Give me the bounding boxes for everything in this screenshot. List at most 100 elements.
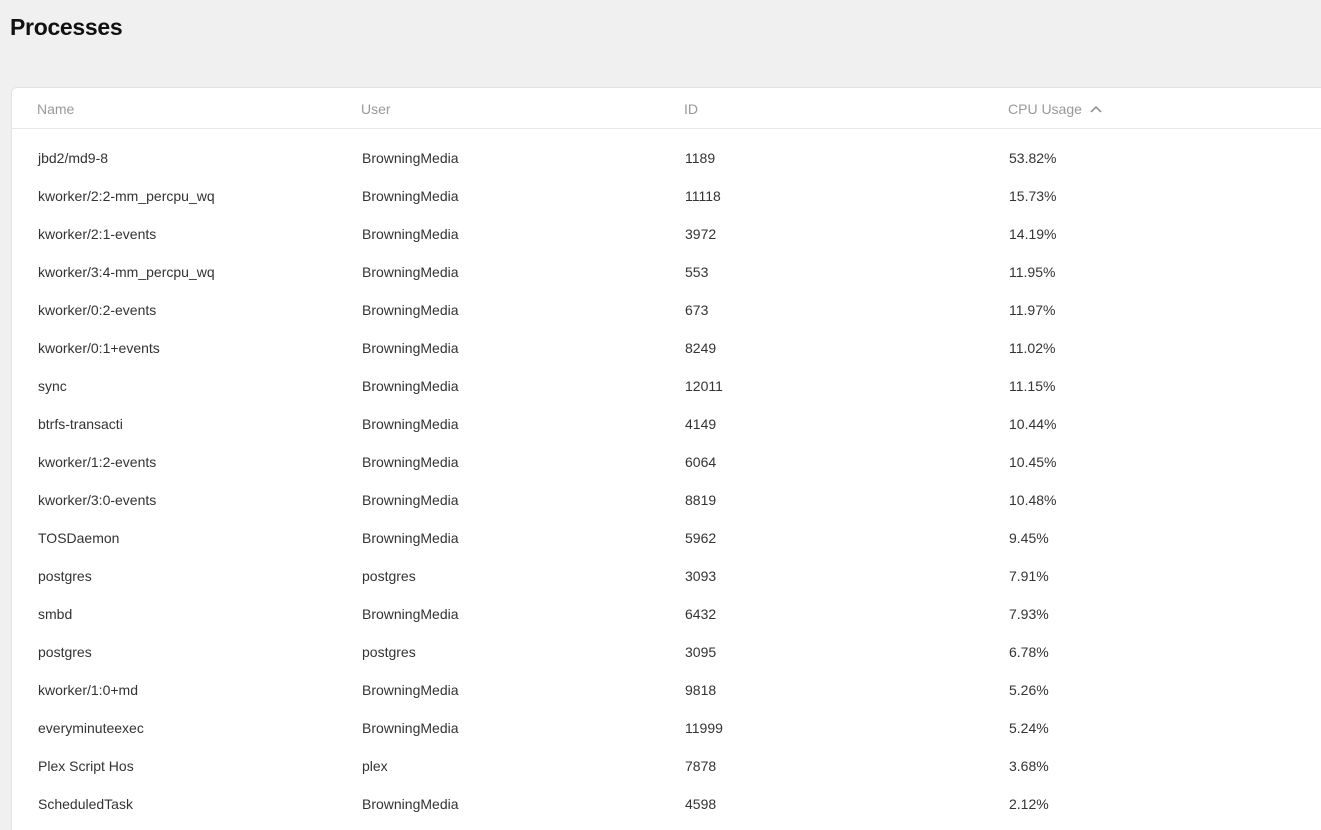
cell-user: BrowningMedia [362,530,459,546]
cell-user: BrowningMedia [362,264,459,280]
cell-name: ScheduledTask [38,796,133,812]
cell-user: BrowningMedia [362,796,459,812]
table-row[interactable]: kworker/3:4-mm_percpu_wq BrowningMedia 553… [12,253,1321,291]
table-row[interactable]: smbd BrowningMedia 6432 7.93% [12,595,1321,633]
cell-cpu-usage: 10.44% [1009,416,1057,432]
cell-user: BrowningMedia [362,226,459,242]
cell-name: kworker/1:0+md [38,682,138,698]
process-table: Name User ID CPU Usage jbd2/md9-8 Brownin… [11,87,1321,830]
cell-cpu-usage: 6.78% [1009,644,1049,660]
cell-name: TOSDaemon [38,530,120,546]
column-header-label: CPU Usage [1008,101,1082,117]
table-row[interactable]: ScheduledTask BrowningMedia 4598 2.12% [12,785,1321,823]
cell-id: 8819 [685,492,717,508]
table-header: Name User ID CPU Usage [12,88,1321,129]
table-row[interactable]: kworker/1:0+md BrowningMedia 9818 5.26% [12,671,1321,709]
cell-cpu-usage: 15.73% [1009,188,1057,204]
cell-name: kworker/3:0-events [38,492,157,508]
cell-id: 1189 [685,150,716,166]
table-row[interactable]: postgres postgres 3095 6.78% [12,633,1321,671]
cell-user: BrowningMedia [362,682,459,698]
cell-name: everyminuteexec [38,720,144,736]
cell-user: BrowningMedia [362,340,459,356]
cell-user: BrowningMedia [362,606,459,622]
cell-user: BrowningMedia [362,188,459,204]
cell-cpu-usage: 10.48% [1009,492,1057,508]
cell-user: postgres [362,568,416,584]
cell-cpu-usage: 5.24% [1009,720,1049,736]
cell-user: plex [362,758,388,774]
cell-cpu-usage: 11.15% [1009,378,1056,394]
cell-cpu-usage: 2.12% [1009,796,1049,812]
cell-name: smbd [38,606,73,622]
cell-id: 8249 [685,340,717,356]
table-row[interactable]: jbd2/md9-8 BrowningMedia 1189 53.82% [12,139,1321,177]
cell-name: kworker/3:4-mm_percpu_wq [38,264,215,280]
column-header-label: User [361,101,391,117]
table-row[interactable]: kworker/3:0-events BrowningMedia 8819 10.48… [12,481,1321,519]
column-header-id[interactable]: ID [684,101,698,117]
cell-id: 3972 [685,226,717,242]
cell-cpu-usage: 7.91% [1009,568,1049,584]
cell-name: kworker/0:2-events [38,302,157,318]
table-body: jbd2/md9-8 BrowningMedia 1189 53.82% kworker… [12,139,1321,823]
table-row[interactable]: btrfs-transacti BrowningMedia 4149 10.44% [12,405,1321,443]
cell-user: BrowningMedia [362,150,459,166]
table-row[interactable]: sync BrowningMedia 12011 11.15% [12,367,1321,405]
table-row[interactable]: kworker/1:2-events BrowningMedia 6064 10.45… [12,443,1321,481]
table-row[interactable]: everyminuteexec BrowningMedia 11999 5.24% [12,709,1321,747]
cell-id: 9818 [685,682,717,698]
column-header-cpu-usage[interactable]: CPU Usage [1008,101,1102,117]
chevron-up-icon[interactable] [1090,105,1102,113]
cell-id: 11118 [685,188,721,204]
cell-cpu-usage: 11.97% [1009,302,1056,318]
cell-user: postgres [362,644,416,660]
cell-id: 5962 [685,530,717,546]
cell-id: 6432 [685,606,717,622]
cell-id: 7878 [685,758,717,774]
cell-cpu-usage: 11.02% [1009,340,1056,356]
cell-user: BrowningMedia [362,416,459,432]
cell-name: Plex Script Hos [38,758,134,774]
cell-id: 11999 [685,720,723,736]
column-header-label: Name [37,101,75,117]
table-row[interactable]: postgres postgres 3093 7.91% [12,557,1321,595]
column-header-label: ID [684,101,698,117]
cell-cpu-usage: 9.45% [1009,530,1049,546]
cell-user: BrowningMedia [362,720,459,736]
cell-user: BrowningMedia [362,378,459,394]
cell-cpu-usage: 7.93% [1009,606,1049,622]
cell-name: btrfs-transacti [38,416,123,432]
cell-name: jbd2/md9-8 [38,150,109,166]
cell-name: sync [38,378,67,394]
cell-name: postgres [38,568,92,584]
cell-id: 3095 [685,644,717,660]
column-header-user[interactable]: User [361,101,391,117]
table-row[interactable]: kworker/0:1+events BrowningMedia 8249 11.02… [12,329,1321,367]
table-row[interactable]: kworker/2:2-mm_percpu_wq BrowningMedia 111… [12,177,1321,215]
cell-cpu-usage: 53.82% [1009,150,1057,166]
cell-user: BrowningMedia [362,302,459,318]
cell-name: kworker/0:1+events [38,340,160,356]
cell-cpu-usage: 3.68% [1009,758,1049,774]
table-row[interactable]: kworker/0:2-events BrowningMedia 673 11.97% [12,291,1321,329]
cell-id: 4598 [685,796,717,812]
cell-id: 4149 [685,416,717,432]
cell-name: kworker/2:1-events [38,226,157,242]
cell-cpu-usage: 11.95% [1009,264,1056,280]
cell-cpu-usage: 5.26% [1009,682,1049,698]
cell-id: 673 [685,302,709,318]
page-title: Processes [10,14,123,40]
cell-user: BrowningMedia [362,454,459,470]
cell-id: 553 [685,264,709,280]
cell-name: kworker/2:2-mm_percpu_wq [38,188,215,204]
cell-cpu-usage: 14.19% [1009,226,1057,242]
table-row[interactable]: kworker/2:1-events BrowningMedia 3972 14.19… [12,215,1321,253]
cell-name: kworker/1:2-events [38,454,157,470]
cell-id: 12011 [685,378,723,394]
column-header-name[interactable]: Name [37,101,74,117]
cell-id: 3093 [685,568,717,584]
table-row[interactable]: TOSDaemon BrowningMedia 5962 9.45% [12,519,1321,557]
table-row[interactable]: Plex Script Hos plex 7878 3.68% [12,747,1321,785]
processes-page: Processes Name User ID CPU Usage jbd2/md… [0,0,1321,830]
